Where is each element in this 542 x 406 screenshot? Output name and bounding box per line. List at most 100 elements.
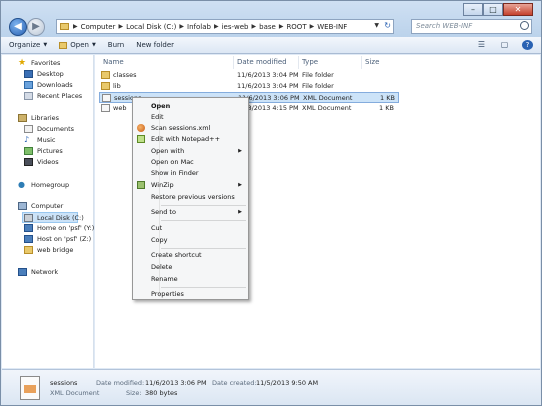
help-icon[interactable]: ? bbox=[522, 40, 533, 50]
details-size-label: Size: bbox=[126, 389, 142, 397]
forward-arrow-icon: ▶ bbox=[32, 21, 40, 32]
column-header-size[interactable]: Size bbox=[365, 58, 379, 66]
folder-icon bbox=[101, 82, 110, 90]
chevron-right-icon[interactable]: ▶ bbox=[279, 23, 284, 30]
computer-icon bbox=[18, 202, 27, 210]
menu-item-properties[interactable]: Properties bbox=[151, 290, 184, 298]
sidebar-item-videos[interactable]: Videos bbox=[24, 158, 59, 166]
sidebar-item-label: Recent Places bbox=[37, 92, 83, 100]
open-button[interactable]: Open ▼ bbox=[59, 41, 96, 49]
sidebar-item-documents[interactable]: Documents bbox=[24, 125, 74, 133]
column-divider[interactable] bbox=[233, 56, 234, 69]
details-date-created: 11/5/2013 9:50 AM bbox=[256, 379, 319, 387]
command-toolbar: Organize ▼ Open ▼ Burn New folder ☰ ▢ ? bbox=[1, 37, 541, 54]
search-input[interactable]: Search WEB-INF bbox=[411, 19, 532, 34]
desktop-icon bbox=[24, 70, 33, 78]
sidebar-item-computer[interactable]: Computer bbox=[18, 202, 63, 210]
breadcrumb-local-disk[interactable]: Local Disk (C:) bbox=[126, 23, 176, 31]
submenu-arrow-icon: ▶ bbox=[238, 148, 242, 154]
breadcrumb-ies-web[interactable]: ies-web bbox=[222, 23, 249, 31]
sidebar-item-home-psf[interactable]: Home on 'psf' (Y:) bbox=[24, 224, 94, 232]
forward-button[interactable]: ▶ bbox=[27, 18, 45, 36]
submenu-arrow-icon: ▶ bbox=[238, 209, 242, 215]
menu-separator bbox=[161, 220, 246, 221]
explorer-window: – □ ✕ ◀ ▶ ▶ Computer ▶ Local Disk (C:) ▶… bbox=[0, 0, 542, 406]
sidebar-item-label: Libraries bbox=[31, 114, 60, 122]
sidebar-item-label: Homegroup bbox=[31, 181, 70, 189]
sidebar-item-favorites[interactable]: ★ Favorites bbox=[18, 59, 60, 68]
menu-item-copy[interactable]: Copy bbox=[151, 236, 168, 244]
column-divider[interactable] bbox=[361, 56, 362, 69]
sidebar-item-desktop[interactable]: Desktop bbox=[24, 70, 64, 78]
chevron-right-icon[interactable]: ▶ bbox=[118, 23, 123, 30]
breadcrumb-computer[interactable]: Computer bbox=[81, 23, 116, 31]
address-bar[interactable]: ▶ Computer ▶ Local Disk (C:) ▶ Infolab ▶… bbox=[56, 19, 394, 34]
sidebar-item-local-disk[interactable]: Local Disk (C:) bbox=[22, 212, 84, 223]
menu-item-edit[interactable]: Edit bbox=[151, 113, 164, 121]
network-icon bbox=[18, 268, 27, 276]
sidebar-item-label: Local Disk (C:) bbox=[37, 213, 84, 222]
chevron-right-icon[interactable]: ▶ bbox=[179, 23, 184, 30]
sidebar-item-homegroup[interactable]: ● Homegroup bbox=[18, 181, 70, 190]
minimize-button[interactable]: – bbox=[463, 3, 483, 16]
menu-item-send-to[interactable]: Send to bbox=[151, 208, 176, 216]
breadcrumb-web-inf[interactable]: WEB-INF bbox=[317, 23, 347, 31]
details-date-modified: 11/6/2013 3:06 PM bbox=[145, 379, 207, 387]
sidebar-item-music[interactable]: ♪ Music bbox=[24, 136, 56, 145]
column-divider[interactable] bbox=[298, 56, 299, 69]
back-button[interactable]: ◀ bbox=[9, 18, 27, 36]
search-icon[interactable] bbox=[520, 21, 529, 30]
disk-icon bbox=[24, 213, 33, 222]
menu-item-show-in-finder[interactable]: Show in Finder bbox=[151, 169, 199, 177]
sidebar-item-recent-places[interactable]: Recent Places bbox=[24, 92, 82, 100]
sidebar-item-host-psf[interactable]: Host on 'psf' (Z:) bbox=[24, 235, 91, 243]
chevron-down-icon[interactable]: ▼ bbox=[374, 22, 379, 29]
folder-icon bbox=[60, 23, 69, 30]
sidebar-item-network[interactable]: Network bbox=[18, 268, 58, 276]
organize-label: Organize bbox=[9, 41, 41, 49]
menu-item-restore[interactable]: Restore previous versions bbox=[151, 193, 235, 201]
file-type: XML Document bbox=[303, 94, 353, 102]
breadcrumb-infolab[interactable]: Infolab bbox=[187, 23, 211, 31]
sidebar-item-label: Host on 'psf' (Z:) bbox=[37, 235, 92, 243]
refresh-icon[interactable]: ↻ bbox=[384, 21, 391, 30]
file-row[interactable]: classes 11/6/2013 3:04 PM File folder bbox=[99, 70, 399, 81]
column-header-date-modified[interactable]: Date modified bbox=[237, 58, 287, 66]
menu-item-delete[interactable]: Delete bbox=[151, 263, 172, 271]
sidebar-item-web-bridge[interactable]: web bridge bbox=[24, 246, 73, 254]
back-arrow-icon: ◀ bbox=[14, 21, 22, 32]
menu-item-scan[interactable]: Scan sessions.xml bbox=[151, 124, 210, 132]
column-header-type[interactable]: Type bbox=[302, 58, 318, 66]
menu-item-edit-notepad[interactable]: Edit with Notepad++ bbox=[151, 135, 220, 143]
view-options-icon[interactable]: ☰ bbox=[476, 40, 487, 50]
menu-item-open[interactable]: Open bbox=[151, 102, 170, 110]
new-folder-button[interactable]: New folder bbox=[136, 41, 174, 49]
file-type: File folder bbox=[302, 71, 334, 79]
folder-icon bbox=[24, 246, 33, 254]
breadcrumb-root[interactable]: ROOT bbox=[286, 23, 306, 31]
menu-item-open-on-mac[interactable]: Open on Mac bbox=[151, 158, 194, 166]
menu-item-winzip[interactable]: WinZip bbox=[151, 181, 174, 189]
menu-item-rename[interactable]: Rename bbox=[151, 275, 178, 283]
organize-button[interactable]: Organize ▼ bbox=[9, 41, 47, 49]
chevron-right-icon[interactable]: ▶ bbox=[252, 23, 257, 30]
column-header-name[interactable]: Name bbox=[103, 58, 124, 66]
sidebar-item-libraries[interactable]: Libraries bbox=[18, 114, 59, 122]
file-date: 11/6/2013 3:04 PM bbox=[237, 71, 299, 79]
sidebar-item-downloads[interactable]: Downloads bbox=[24, 81, 73, 89]
menu-item-open-with[interactable]: Open with bbox=[151, 147, 184, 155]
chevron-right-icon[interactable]: ▶ bbox=[73, 23, 78, 30]
menu-item-create-shortcut[interactable]: Create shortcut bbox=[151, 251, 202, 259]
close-button[interactable]: ✕ bbox=[503, 3, 533, 16]
preview-pane-icon[interactable]: ▢ bbox=[499, 40, 510, 50]
menu-item-cut[interactable]: Cut bbox=[151, 224, 162, 232]
breadcrumb-base[interactable]: base bbox=[259, 23, 276, 31]
file-row[interactable]: lib 11/6/2013 3:04 PM File folder bbox=[99, 81, 399, 92]
sidebar-item-pictures[interactable]: Pictures bbox=[24, 147, 63, 155]
search-placeholder: Search WEB-INF bbox=[416, 22, 473, 30]
window-controls: – □ ✕ bbox=[463, 3, 533, 16]
chevron-right-icon[interactable]: ▶ bbox=[214, 23, 219, 30]
maximize-button[interactable]: □ bbox=[483, 3, 503, 16]
chevron-right-icon[interactable]: ▶ bbox=[310, 23, 315, 30]
burn-button[interactable]: Burn bbox=[108, 41, 124, 49]
